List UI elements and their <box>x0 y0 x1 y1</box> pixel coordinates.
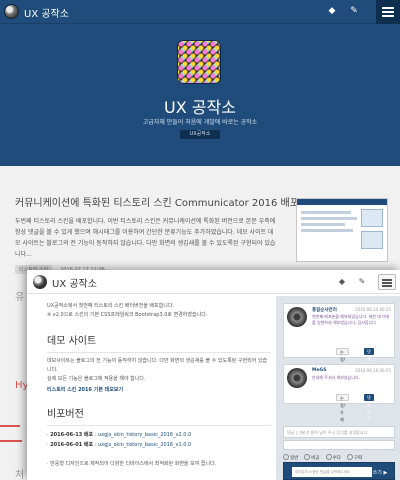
option-radio[interactable]: 수다 <box>326 454 341 461</box>
intro-text: UX공작소에서 첫번째 티스토리 스킨 배터버전을 배포합니다. <box>47 303 175 309</box>
menu-button[interactable] <box>376 0 400 24</box>
comment-card: MeGS 2016.06.16 00:25 안내해 주셔서 해보았습니다. 수정… <box>283 364 395 422</box>
hero-badge[interactable]: UX공작소 <box>180 130 220 139</box>
menu-button[interactable] <box>378 274 396 290</box>
post-thumbnail[interactable] <box>296 198 388 262</box>
comment-info-field[interactable]: 댓글 | 기본기 원하 남아 주시 답기를 설정합니다 <box>283 426 395 438</box>
dist-date: 2016-06-01 배포 <box>50 442 94 448</box>
hero-subtitle: 고급자체 만들어 처음에 개발에 바로는 공작소 <box>142 119 258 126</box>
pen-icon[interactable]: ✎ <box>356 276 368 288</box>
dist-date: 2016-06-13 배포 <box>50 432 94 438</box>
post-excerpt: 두번째 티스토리 스킨을 배포합니다. 이번 티스토리 스킨은 커뮤니케이션에 … <box>15 218 276 258</box>
demo-text: 실제 모든 기능은 블로그에 적용을 해야 합니다. <box>47 376 146 382</box>
post-item: 커뮤니케이션에 특화된 티스토리 스킨 Communicator 2016 배포… <box>15 194 299 274</box>
comment-date: 2016.06.16 00:25 <box>355 368 391 373</box>
option-radio[interactable]: 비공 <box>304 454 319 461</box>
site-title[interactable]: UX 공작소 <box>52 275 97 290</box>
dist-item[interactable]: · 2016-06-13 배포 : uxgjs_skin_tistory_bas… <box>47 431 271 438</box>
comment-card: 홍길순사연러 2016.06.14 00:25 첫번째 배포본을 예약되었습니다… <box>283 303 395 376</box>
divider <box>47 425 271 426</box>
article-body: UX공작소에서 첫번째 티스토리 스킨 배터버전을 배포합니다. ※ v2.0으… <box>47 302 271 469</box>
submit-comment-button[interactable]: 쓰기 ▶ <box>370 467 390 479</box>
feature-note: · 반응형 디자인으로 제작되어 다양한 디바이스에서 최적화된 화면을 보여 … <box>47 461 217 467</box>
demo-text: 데모사이트는 블로그의 전 기능이 동작하지 않습니다. 다만 화면의 생김새를… <box>47 358 268 373</box>
edit-button[interactable]: 수정/삭제 <box>336 348 350 376</box>
dist-file-link[interactable]: uxgjs_skin_tistory_basic_2016_v1.0.0 <box>98 442 191 448</box>
dist-heading: 비포버전 <box>47 409 84 420</box>
post-title[interactable]: 커뮤니케이션에 특화된 티스토리 스킨 Communicator 2016 배포 <box>15 194 299 209</box>
hero-banner: UX 공작소 고급자체 만들어 처음에 개발에 바로는 공작소 UX공작소 <box>0 24 400 166</box>
back-topbar: UX 공작소 ◆ ✎ <box>0 0 400 24</box>
comment-compose: 여러분의 소중한 댓글을 입력해주세요 쓰기 ▶ <box>283 462 395 480</box>
edit-button[interactable]: 수정/삭제 <box>336 394 350 422</box>
intro-note: ※ v2.0으로 스킨의 기본 CSS프레임워크 Bootstrap3.0로 변… <box>47 312 208 318</box>
site-logo-icon[interactable] <box>4 4 19 19</box>
option-radio[interactable]: 일반 <box>283 454 298 461</box>
comment-text: 안내해 주셔서 해보았습니다. <box>312 375 360 380</box>
comment-name-field[interactable] <box>283 440 395 450</box>
avatar <box>287 307 307 327</box>
hero-title: UX 공작소 <box>164 98 236 117</box>
front-topbar: UX 공작소 ◆ ✎ <box>27 270 400 294</box>
hero-logo-icon <box>177 40 221 84</box>
divider <box>0 440 22 442</box>
back-post-title-fragment: 처 <box>15 470 25 480</box>
comment-options: 일반 비공 수다 구략 <box>283 454 362 461</box>
demo-link[interactable]: 티스토리 스킨 2016 기본 데모보기 <box>47 386 271 393</box>
comment-author[interactable]: MeGS <box>312 368 326 373</box>
divider <box>0 425 20 427</box>
reply-button[interactable]: 댓글쓰기 <box>364 394 374 421</box>
tag-icon[interactable]: ◆ <box>336 276 348 288</box>
back-post-title-fragment: 유 <box>15 292 25 303</box>
pen-icon[interactable]: ✎ <box>348 5 360 17</box>
avatar <box>287 368 307 388</box>
tag-icon[interactable]: ◆ <box>326 5 338 17</box>
dist-file-link[interactable]: uxgjs_skin_tistory_basic_2016_v2.0.0 <box>98 432 191 438</box>
dist-item[interactable]: · 2016-06-01 배포 : uxgjs_skin_tistory_bas… <box>47 441 271 448</box>
front-window: UX 공작소 ◆ ✎ UX공작소에서 첫번째 티스토리 스킨 배터버전을 배포합… <box>27 270 400 480</box>
comment-textarea[interactable]: 여러분의 소중한 댓글을 입력해주세요 <box>292 467 372 477</box>
site-logo-icon[interactable] <box>33 275 47 289</box>
option-radio[interactable]: 구략 <box>347 454 362 461</box>
divider <box>47 352 271 353</box>
comment-sidebar: 홍길순사연러 2016.06.14 00:25 첫번째 배포본을 예약되었습니다… <box>276 296 400 480</box>
comment-author[interactable]: 홍길순사연러 <box>312 307 337 313</box>
site-title[interactable]: UX 공작소 <box>24 5 69 20</box>
comment-text: 첫번째 배포본을 예약되었습니다. 제한 대 마워를 일변하지 해보였습니다. … <box>312 314 390 325</box>
reply-button[interactable]: 댓글쓰기 <box>364 348 374 375</box>
demo-heading: 데모 사이트 <box>47 336 97 347</box>
comment-date: 2016.06.14 00:25 <box>355 307 391 312</box>
